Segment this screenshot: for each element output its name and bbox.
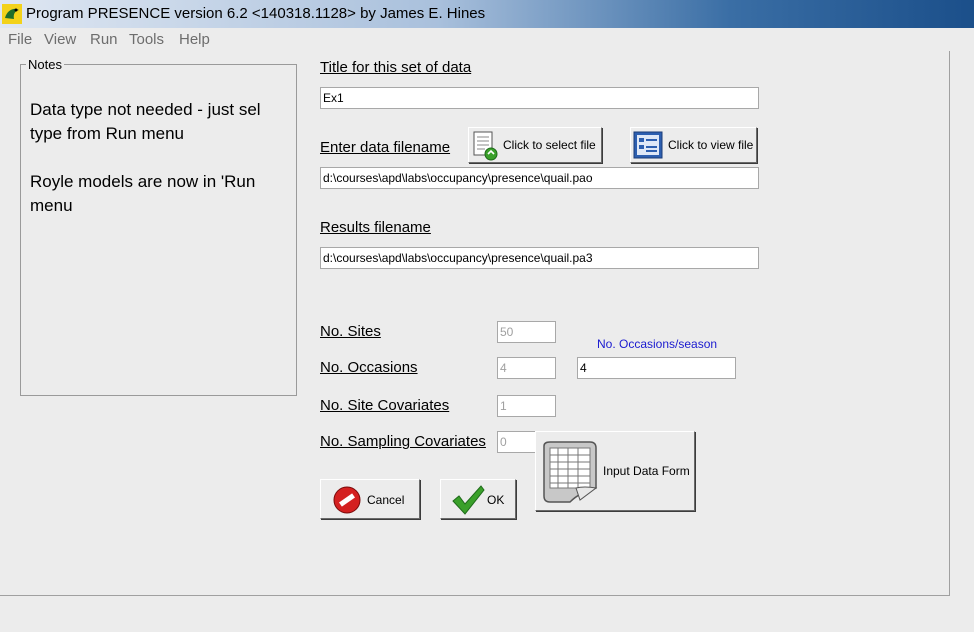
select-file-button[interactable]: Click to select file	[468, 127, 602, 163]
menu-view[interactable]: View	[44, 31, 76, 48]
sites-label: No. Sites	[320, 323, 381, 340]
sampling-covariates-label: No. Sampling Covariates	[320, 433, 486, 450]
menu-file[interactable]: File	[8, 31, 32, 48]
window-title: Program PRESENCE version 6.2 <140318.112…	[26, 5, 486, 22]
title-label: Title for this set of data	[320, 59, 472, 76]
occasions-season-input[interactable]: 4	[577, 357, 736, 379]
title-input[interactable]: Ex1	[320, 87, 759, 109]
occasions-input[interactable]: 4	[497, 357, 556, 379]
results-filename-label: Results filename	[320, 219, 431, 236]
notes-line: type from Run menu	[30, 124, 185, 143]
data-filename-input[interactable]: d:\courses\apd\labs\occupancy\presence\q…	[320, 167, 759, 189]
notes-line: menu	[30, 196, 73, 215]
view-file-label: Click to view file	[668, 138, 754, 152]
site-covariates-input[interactable]: 1	[497, 395, 556, 417]
select-file-label: Click to select file	[503, 138, 596, 152]
view-file-icon	[633, 131, 663, 159]
input-data-form-label: Input Data Form	[603, 464, 690, 478]
sites-input[interactable]: 50	[497, 321, 556, 343]
view-file-button[interactable]: Click to view file	[630, 127, 757, 163]
sampling-covariates-input[interactable]: 0	[497, 431, 536, 453]
occasions-season-label: No. Occasions/season	[597, 337, 718, 351]
notes-legend: Notes	[26, 57, 64, 72]
cancel-button[interactable]: Cancel	[320, 479, 420, 519]
ok-label: OK	[487, 493, 505, 507]
cancel-label: Cancel	[367, 493, 405, 507]
data-filename-label: Enter data filename	[320, 139, 451, 156]
notes-line: Data type not needed - just sel	[30, 100, 261, 119]
input-data-form-button[interactable]: Input Data Form	[535, 431, 695, 511]
file-select-icon	[473, 131, 498, 161]
title-bar: Program PRESENCE version 6.2 <140318.112…	[0, 0, 974, 28]
occasions-label: No. Occasions	[320, 359, 418, 376]
window-edge	[950, 51, 974, 595]
ok-button[interactable]: OK	[440, 479, 516, 519]
results-filename-input[interactable]: d:\courses\apd\labs\occupancy\presence\q…	[320, 247, 759, 269]
spreadsheet-icon	[543, 441, 598, 503]
menu-bar: File View Run Tools Help	[0, 28, 974, 51]
menu-tools[interactable]: Tools	[129, 31, 164, 48]
site-covariates-label: No. Site Covariates	[320, 397, 450, 414]
menu-help[interactable]: Help	[179, 31, 210, 48]
notes-line: Royle models are now in 'Run	[30, 172, 256, 191]
checkmark-icon	[452, 485, 485, 515]
menu-run[interactable]: Run	[90, 31, 118, 48]
app-icon	[2, 4, 22, 24]
cancel-icon	[333, 486, 361, 514]
